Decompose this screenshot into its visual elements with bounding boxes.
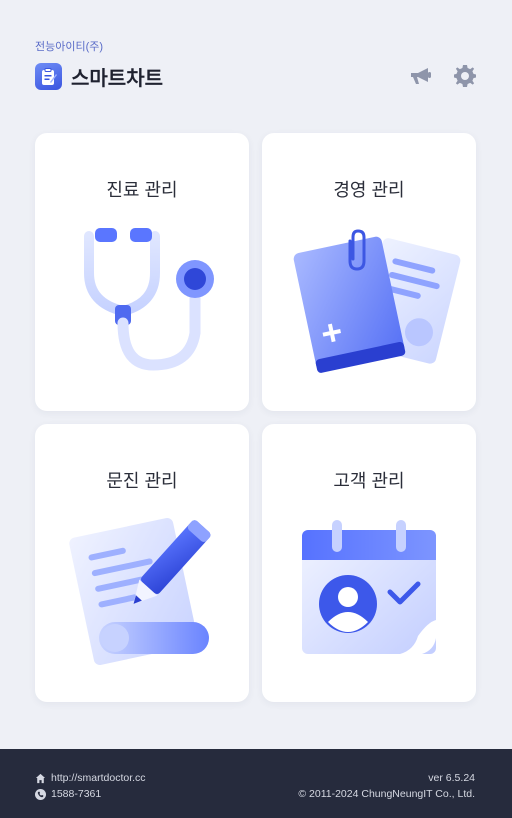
version-text: ver 6.5.24 [428, 772, 475, 784]
app-title: 스마트차트 [71, 68, 163, 90]
card-customer-management[interactable]: 고객 관리 [262, 424, 476, 702]
copyright-text: © 2011-2024 ChungNeungIT Co., Ltd. [298, 788, 475, 800]
card-questionnaire-management[interactable]: 문진 관리 [35, 424, 249, 702]
footer-phone: 1588-7361 [35, 786, 146, 802]
company-name: 전능아이티(주) [35, 41, 104, 53]
calendar-user-icon [302, 520, 436, 654]
card-business-management[interactable]: 경영 관리 [262, 133, 476, 411]
pencil-paper-icon [69, 517, 211, 665]
footer: http://smartdoctor.cc 1588-7361 ver 6.5.… [0, 749, 512, 818]
app-title-row: 스마트차트 [35, 62, 163, 91]
phone-icon [35, 788, 46, 800]
gear-icon[interactable] [453, 64, 477, 88]
menu-grid: 진료 관리 경영 관리 문진 관리 고객 관리 [35, 133, 476, 703]
website-link[interactable]: http://smartdoctor.cc [51, 772, 146, 784]
header: 전능아이티(주) 스마트차트 [35, 38, 477, 94]
megaphone-icon[interactable] [409, 64, 433, 88]
app-logo-icon [35, 63, 62, 90]
phone-number: 1588-7361 [51, 788, 102, 800]
home-icon [35, 773, 46, 783]
footer-website[interactable]: http://smartdoctor.cc [35, 770, 146, 786]
stethoscope-icon [84, 228, 214, 371]
documents-icon [293, 229, 461, 373]
card-treatment-management[interactable]: 진료 관리 [35, 133, 249, 411]
